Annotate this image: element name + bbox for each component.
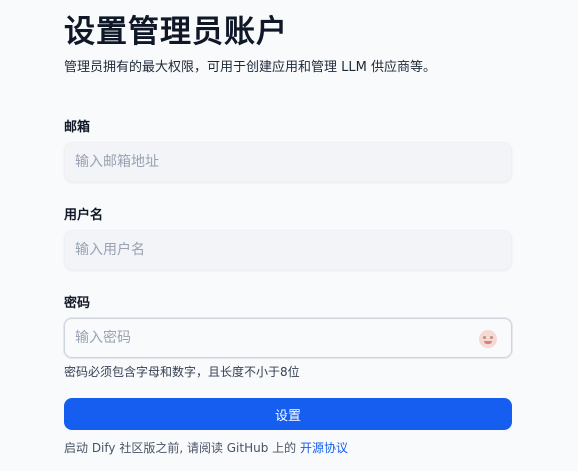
password-label: 密码: [64, 296, 91, 311]
license-link[interactable]: 开源协议: [300, 441, 348, 455]
email-field[interactable]: [64, 142, 512, 182]
username-label: 用户名: [64, 208, 104, 223]
password-field[interactable]: [64, 318, 512, 358]
username-field[interactable]: [64, 230, 512, 270]
page-title: 设置管理员账户: [64, 14, 288, 50]
submit-button[interactable]: 设置: [64, 398, 512, 430]
page-subtitle: 管理员拥有的最大权限，可用于创建应用和管理 LLM 供应商等。: [64, 60, 436, 75]
footer-text: 启动 Dify 社区版之前, 请阅读 GitHub 上的: [64, 441, 300, 455]
install-page: 设置管理员账户 管理员拥有的最大权限，可用于创建应用和管理 LLM 供应商等。 …: [0, 0, 578, 471]
email-label: 邮箱: [64, 120, 91, 135]
eye-toggle-icon[interactable]: [479, 330, 497, 348]
footer-notice: 启动 Dify 社区版之前, 请阅读 GitHub 上的 开源协议: [64, 439, 348, 456]
password-hint: 密码必须包含字母和数字，且长度不小于8位: [64, 365, 300, 379]
